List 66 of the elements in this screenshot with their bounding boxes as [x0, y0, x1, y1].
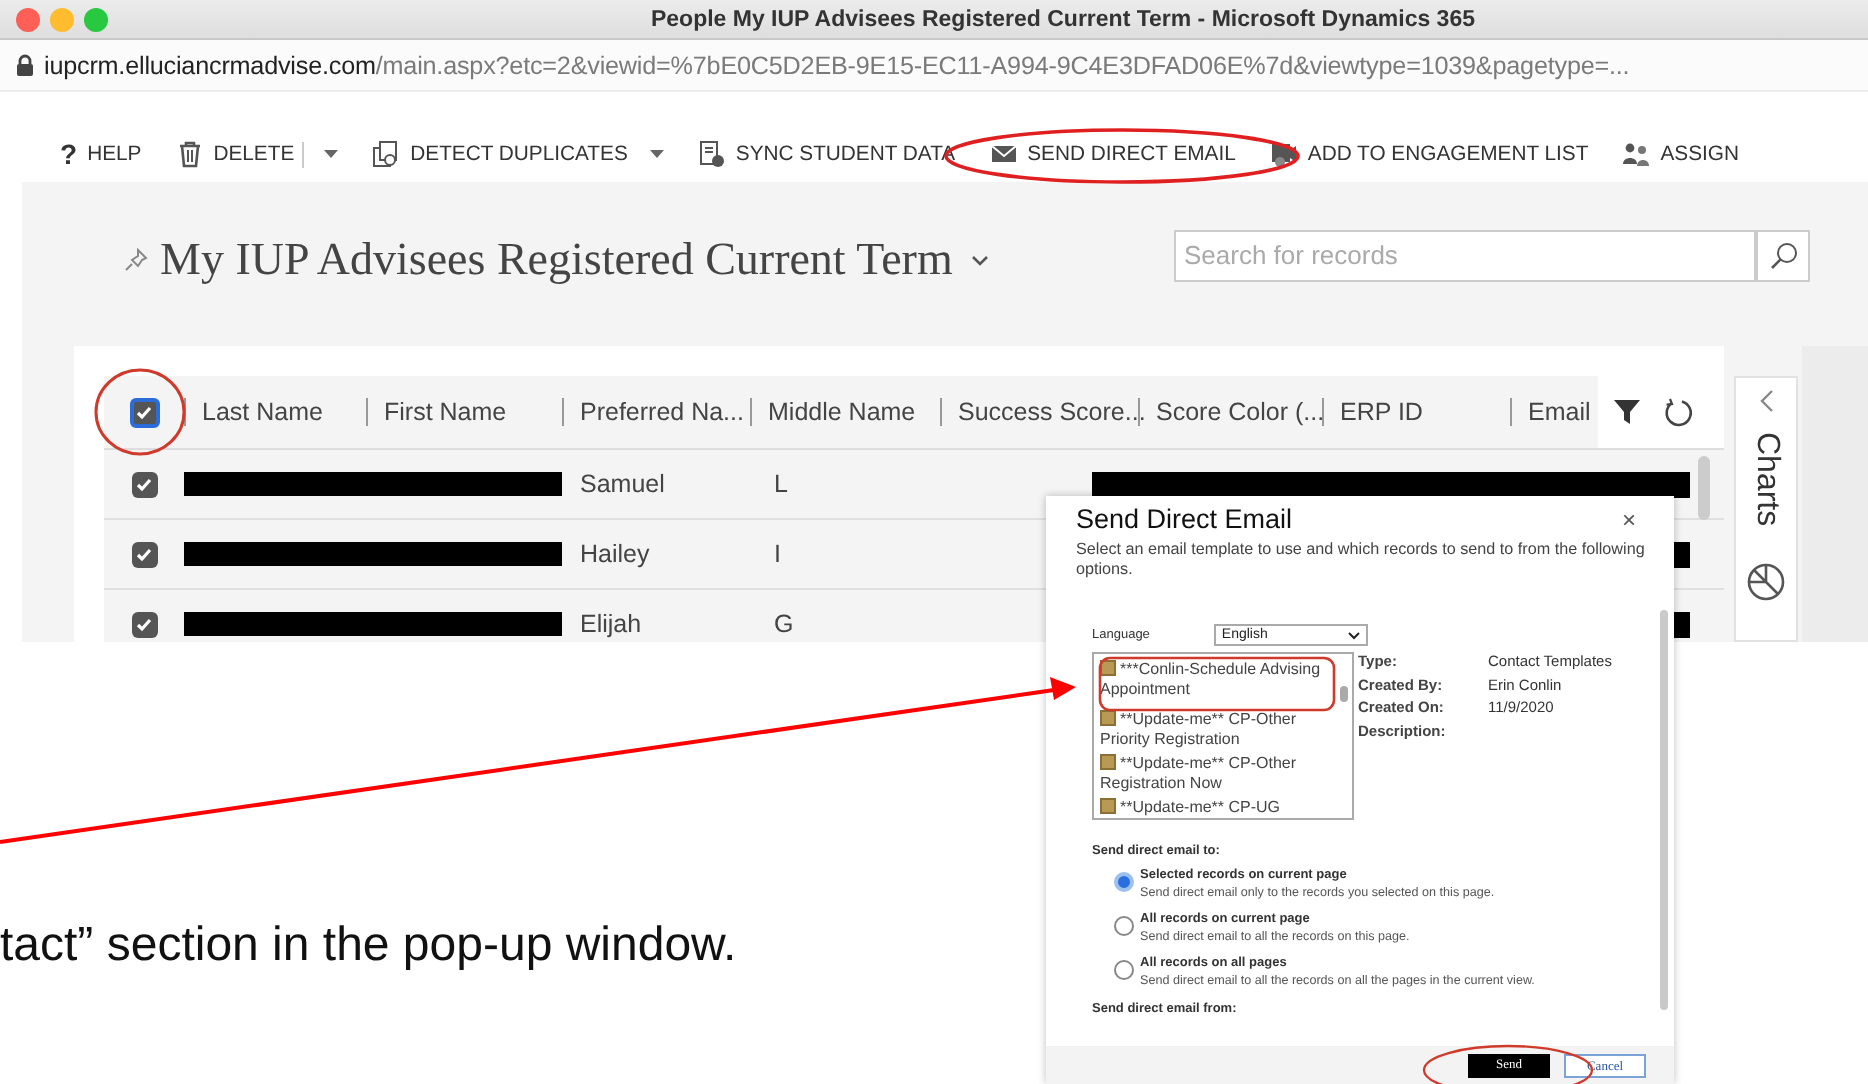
toolbar-button[interactable]: SEND DIRECT EMAIL: [989, 140, 1236, 168]
select-all-checkbox[interactable]: [129, 397, 159, 427]
video-icon: [1269, 140, 1298, 168]
column-header[interactable]: Middle Name: [750, 398, 940, 426]
column-header[interactable]: ERP ID: [1322, 398, 1510, 426]
zoom-window-button[interactable]: [84, 7, 108, 31]
pin-icon: [124, 248, 148, 272]
chevron-left-icon: [1759, 390, 1773, 412]
toolbar-button[interactable]: ? HELP: [60, 138, 142, 170]
check-icon: [136, 547, 152, 561]
caret-icon: [1347, 631, 1360, 639]
highlight-ellipse: [94, 368, 186, 456]
trash-icon: [175, 140, 204, 168]
close-button[interactable]: ×: [1621, 505, 1636, 533]
table-cell-text: Elijah: [578, 610, 644, 638]
caret-icon: [324, 150, 339, 158]
search-button[interactable]: [1756, 229, 1810, 281]
table-cell-text: I: [772, 540, 783, 568]
toolbar-button[interactable]: ASSIGN: [1622, 140, 1739, 168]
pie-chart-icon: [1746, 562, 1786, 603]
table-cell-text: L: [772, 470, 790, 498]
template-item[interactable]: **Update-me** CP-UG: [1100, 798, 1332, 818]
table-cell-text: G: [772, 610, 796, 638]
table-cell-text: Samuel: [578, 470, 667, 498]
toolbar-button[interactable]: DELETE: [175, 140, 295, 168]
people-icon: [1622, 140, 1651, 168]
template-item[interactable]: ***Conlin-Schedule Advising Appointment: [1100, 660, 1332, 700]
scrollbar-thumb[interactable]: [1340, 686, 1348, 702]
chevron-down-icon: [972, 255, 989, 265]
close-window-button[interactable]: [16, 7, 40, 31]
view-title: My IUP Advisees Registered Current Term: [160, 234, 953, 286]
column-header[interactable]: First Name: [366, 398, 562, 426]
row-checkbox[interactable]: [131, 541, 157, 567]
help-icon: ?: [60, 138, 78, 170]
column-header[interactable]: Last Name: [184, 398, 366, 426]
template-item[interactable]: **Update-me** CP-Other Priority Registration: [1100, 710, 1332, 750]
scrollbar-thumb[interactable]: [1660, 610, 1668, 1010]
lock-icon: [16, 54, 34, 76]
document-icon: [697, 140, 726, 168]
search-icon: [1769, 241, 1797, 269]
refresh-icon: [1664, 397, 1694, 427]
radio-button[interactable]: [1114, 872, 1134, 892]
window-title: People My IUP Advisees Registered Current Term - Microsoft Dynamics 365: [648, 7, 1477, 31]
column-header[interactable]: Score Color (...: [1138, 398, 1322, 426]
template-list[interactable]: ***Conlin-Schedule Advising Appointment **Update-me** CP-Other Priority Registration **Update-me** CP-Other Registration Now **Update-me** CP-UG: [1092, 652, 1354, 820]
caret-icon: [649, 150, 664, 158]
check-icon: [136, 477, 152, 491]
dialog-description: Select an email template to use and which records to send to from the following options.: [1076, 540, 1646, 580]
check-icon: [136, 405, 152, 419]
toolbar-button[interactable]: ADD TO ENGAGEMENT LIST: [1269, 140, 1589, 168]
copies-icon: [372, 140, 401, 168]
caption-text: tact” section in the pop-up window.: [0, 918, 737, 974]
check-icon: [136, 617, 152, 631]
table-cell-text: Hailey: [578, 540, 652, 568]
search-field[interactable]: Search for records: [1174, 229, 1756, 281]
dialog-title: Send Direct Email: [1076, 504, 1295, 534]
row-checkbox[interactable]: [131, 611, 157, 637]
radio-button[interactable]: [1114, 916, 1134, 936]
template-item[interactable]: **Update-me** CP-Other Registration Now: [1100, 754, 1332, 794]
toolbar-button[interactable]: DETECT DUPLICATES: [372, 140, 664, 168]
radio-button[interactable]: [1114, 960, 1134, 980]
filter-icon: [1614, 400, 1640, 424]
column-header[interactable]: Preferred Na...: [562, 398, 750, 426]
scrollbar-thumb[interactable]: [1698, 456, 1710, 520]
row-checkbox[interactable]: [131, 471, 157, 497]
envelope-icon: [989, 140, 1018, 168]
